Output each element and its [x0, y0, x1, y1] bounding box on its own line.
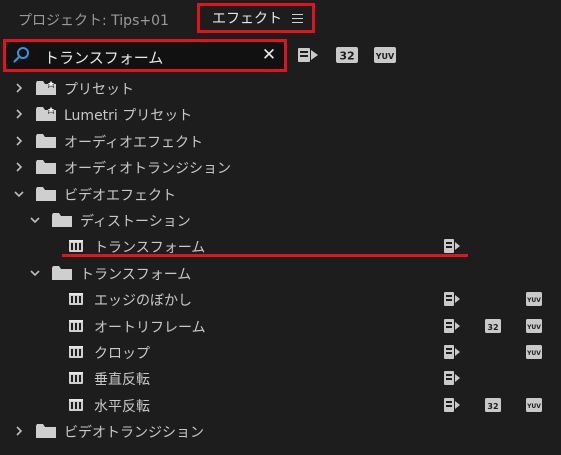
tree-item-label: オーディオトランジション	[64, 161, 232, 178]
tree-item-label: 垂直反転	[94, 372, 150, 389]
chevron-right-icon[interactable]	[14, 109, 24, 119]
chevron-right-icon[interactable]	[14, 426, 24, 436]
folder-item[interactable]: ビデオエフェクト	[0, 181, 561, 207]
chevron-down-icon[interactable]	[30, 268, 40, 278]
svg-text:32: 32	[487, 323, 498, 332]
yuv-badge-icon: YUV	[526, 292, 542, 307]
32bit-badge-icon: 32	[485, 318, 501, 333]
folder-item[interactable]: プリセット	[0, 75, 561, 101]
chevron-right-icon[interactable]	[14, 83, 24, 93]
accelerated-badge-icon	[444, 239, 460, 254]
tab-project[interactable]: プロジェクト: Tips+01	[18, 10, 169, 30]
svg-text:YUV: YUV	[526, 403, 541, 410]
effect-item[interactable]: クロップ YUV	[0, 339, 561, 365]
tree-item-label: 水平反転	[94, 398, 150, 415]
effect-item[interactable]: 垂直反転	[0, 365, 561, 391]
svg-text:YUV: YUV	[526, 324, 541, 331]
tab-effects[interactable]: エフェクト	[197, 3, 315, 33]
folder-item[interactable]: ビデオトランジション	[0, 418, 561, 444]
highlight-underline	[62, 254, 468, 257]
accelerated-badge-icon	[444, 397, 460, 412]
folder-icon	[36, 424, 56, 439]
chevron-right-icon[interactable]	[14, 162, 24, 172]
svg-text:YUV: YUV	[375, 52, 395, 61]
tree-item-label: Lumetri プリセット	[64, 108, 193, 125]
folder-icon	[36, 160, 56, 175]
tree-item-label: エッジのぼかし	[94, 293, 192, 310]
tree-item-label: トランスフォーム	[80, 266, 192, 283]
yuv-effects-filter-button[interactable]: YUV	[374, 46, 396, 64]
svg-text:32: 32	[339, 50, 354, 63]
yuv-badge-icon: YUV	[526, 318, 542, 333]
accelerated-badge-icon	[444, 318, 460, 333]
folder-item[interactable]: トランスフォーム	[0, 260, 561, 286]
tree-item-label: オートリフレーム	[94, 319, 206, 336]
32bit-effects-filter-button[interactable]: 32	[336, 46, 358, 64]
effect-icon	[69, 319, 83, 332]
search-icon	[13, 47, 29, 63]
tree-item-label: ビデオトランジション	[64, 425, 204, 442]
search-field[interactable]: トランスフォーム ✕	[3, 39, 287, 72]
yuv-badge-icon: YUV	[526, 345, 542, 359]
effect-item[interactable]: 水平反転 32 YUV	[0, 392, 561, 418]
svg-text:YUV: YUV	[526, 350, 541, 357]
tree-item-label: オーディオエフェクト	[64, 134, 204, 151]
preset-folder-icon	[36, 106, 56, 122]
effect-item[interactable]: オートリフレーム 32 YUV	[0, 313, 561, 339]
chevron-right-icon[interactable]	[14, 136, 24, 146]
folder-icon	[36, 133, 56, 148]
folder-item[interactable]: Lumetri プリセット	[0, 101, 561, 127]
folder-icon	[52, 213, 72, 227]
folder-item[interactable]: オーディオトランジション	[0, 154, 561, 180]
effect-icon	[69, 293, 83, 306]
accelerated-effects-filter-button[interactable]	[297, 46, 319, 64]
effect-icon	[69, 372, 83, 385]
tree-item-label: ビデオエフェクト	[64, 187, 176, 204]
search-input[interactable]: トランスフォーム	[44, 47, 163, 68]
chevron-down-icon[interactable]	[14, 189, 24, 199]
tree-item-label: プリセット	[64, 82, 134, 98]
tree-item-label: クロップ	[94, 346, 150, 362]
folder-icon	[52, 265, 72, 280]
panel-tab-bar: プロジェクト: Tips+01 エフェクト	[0, 0, 561, 38]
panel-menu-icon[interactable]	[292, 13, 303, 23]
accelerated-badge-icon	[444, 292, 460, 307]
folder-icon	[36, 186, 56, 201]
svg-text:32: 32	[487, 402, 498, 411]
tab-effects-label: エフェクト	[212, 11, 282, 27]
effect-item[interactable]: エッジのぼかし YUV	[0, 286, 561, 312]
accelerated-badge-icon	[444, 371, 460, 386]
accelerated-badge-icon	[444, 345, 460, 359]
clear-search-icon[interactable]: ✕	[260, 45, 278, 65]
chevron-down-icon[interactable]	[30, 215, 40, 225]
svg-text:YUV: YUV	[526, 297, 541, 304]
folder-item[interactable]: ディストーション	[0, 207, 561, 233]
yuv-badge-icon: YUV	[526, 397, 542, 412]
effect-icon	[69, 240, 83, 253]
effect-icon	[69, 398, 83, 411]
32bit-badge-icon: 32	[485, 397, 501, 412]
tree-item-label: ディストーション	[80, 214, 191, 230]
preset-folder-icon	[36, 80, 56, 95]
effect-icon	[69, 346, 83, 358]
folder-item[interactable]: オーディオエフェクト	[0, 128, 561, 154]
